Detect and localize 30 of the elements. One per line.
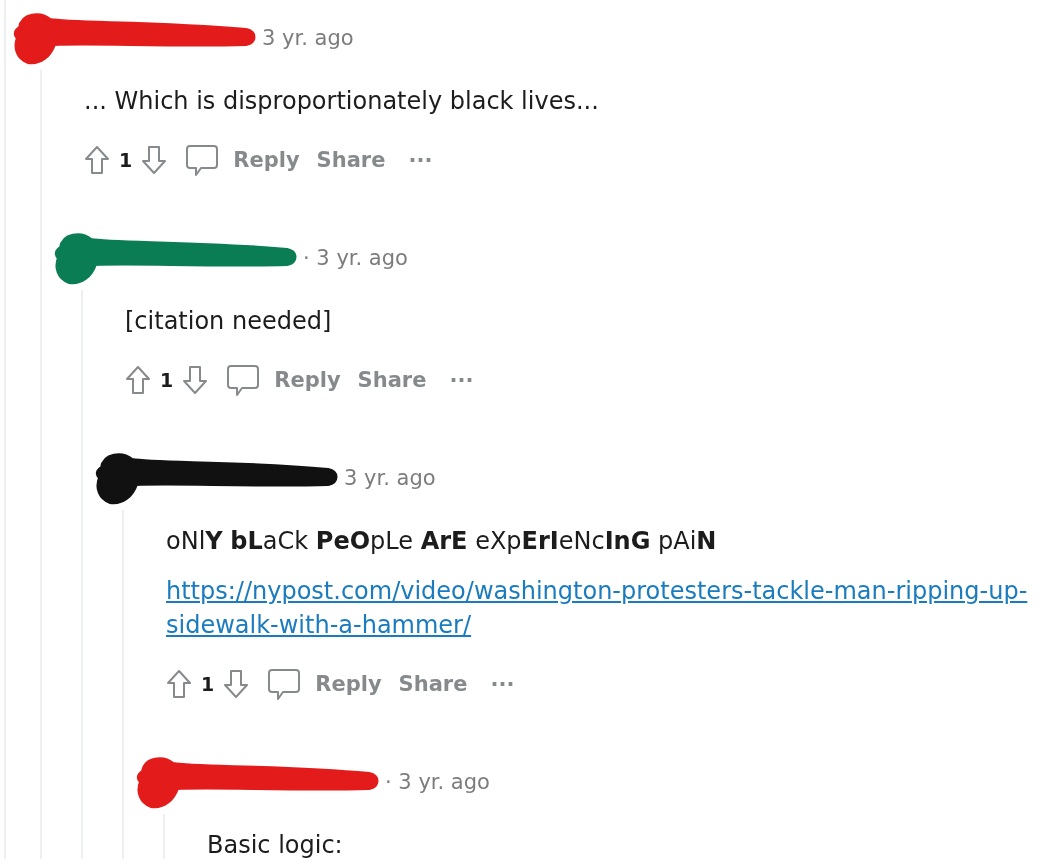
comment-time: 3 yr. ago: [344, 466, 436, 490]
vote-count: 1: [160, 369, 174, 391]
upvote-icon[interactable]: [84, 145, 110, 175]
upvote-icon[interactable]: [166, 669, 192, 699]
comment-text: ... Which is disproportionately black lives...: [84, 86, 600, 117]
comment-text: Basic logic:: [207, 830, 344, 859]
downvote-icon[interactable]: [141, 145, 168, 175]
share-button[interactable]: Share: [353, 368, 431, 392]
more-options-button[interactable]: ···: [445, 368, 478, 392]
reply-button[interactable]: Reply: [311, 672, 386, 696]
downvote-icon[interactable]: [223, 669, 250, 699]
share-button[interactable]: Share: [312, 148, 390, 172]
comment-text: oNlY bLaCk PeOpLe ArE eXpErIeNcInG pAiN: [166, 526, 718, 557]
upvote-icon[interactable]: [125, 365, 151, 395]
share-button[interactable]: Share: [394, 672, 472, 696]
reply-button[interactable]: Reply: [270, 368, 345, 392]
vote-count: 1: [201, 673, 215, 695]
comment-bubble-icon[interactable]: [266, 666, 303, 702]
more-options-button[interactable]: ···: [486, 672, 519, 696]
vote-count: 1: [119, 149, 133, 171]
downvote-icon[interactable]: [182, 365, 209, 395]
comment-text: [citation needed]: [125, 306, 333, 337]
link[interactable]: https://nypost.com/video/washington-protesters-tackle-man-ripping-up-sidewalk-with-a-hammer/: [166, 574, 1055, 642]
more-options-button[interactable]: ···: [404, 148, 437, 172]
comment-bubble-icon[interactable]: [184, 142, 221, 178]
comment-time: · 3 yr. ago: [303, 246, 408, 270]
comment-bubble-icon[interactable]: [225, 362, 262, 398]
reply-button[interactable]: Reply: [229, 148, 304, 172]
comment-time: 3 yr. ago: [262, 26, 354, 50]
comment-time: · 3 yr. ago: [385, 770, 490, 794]
